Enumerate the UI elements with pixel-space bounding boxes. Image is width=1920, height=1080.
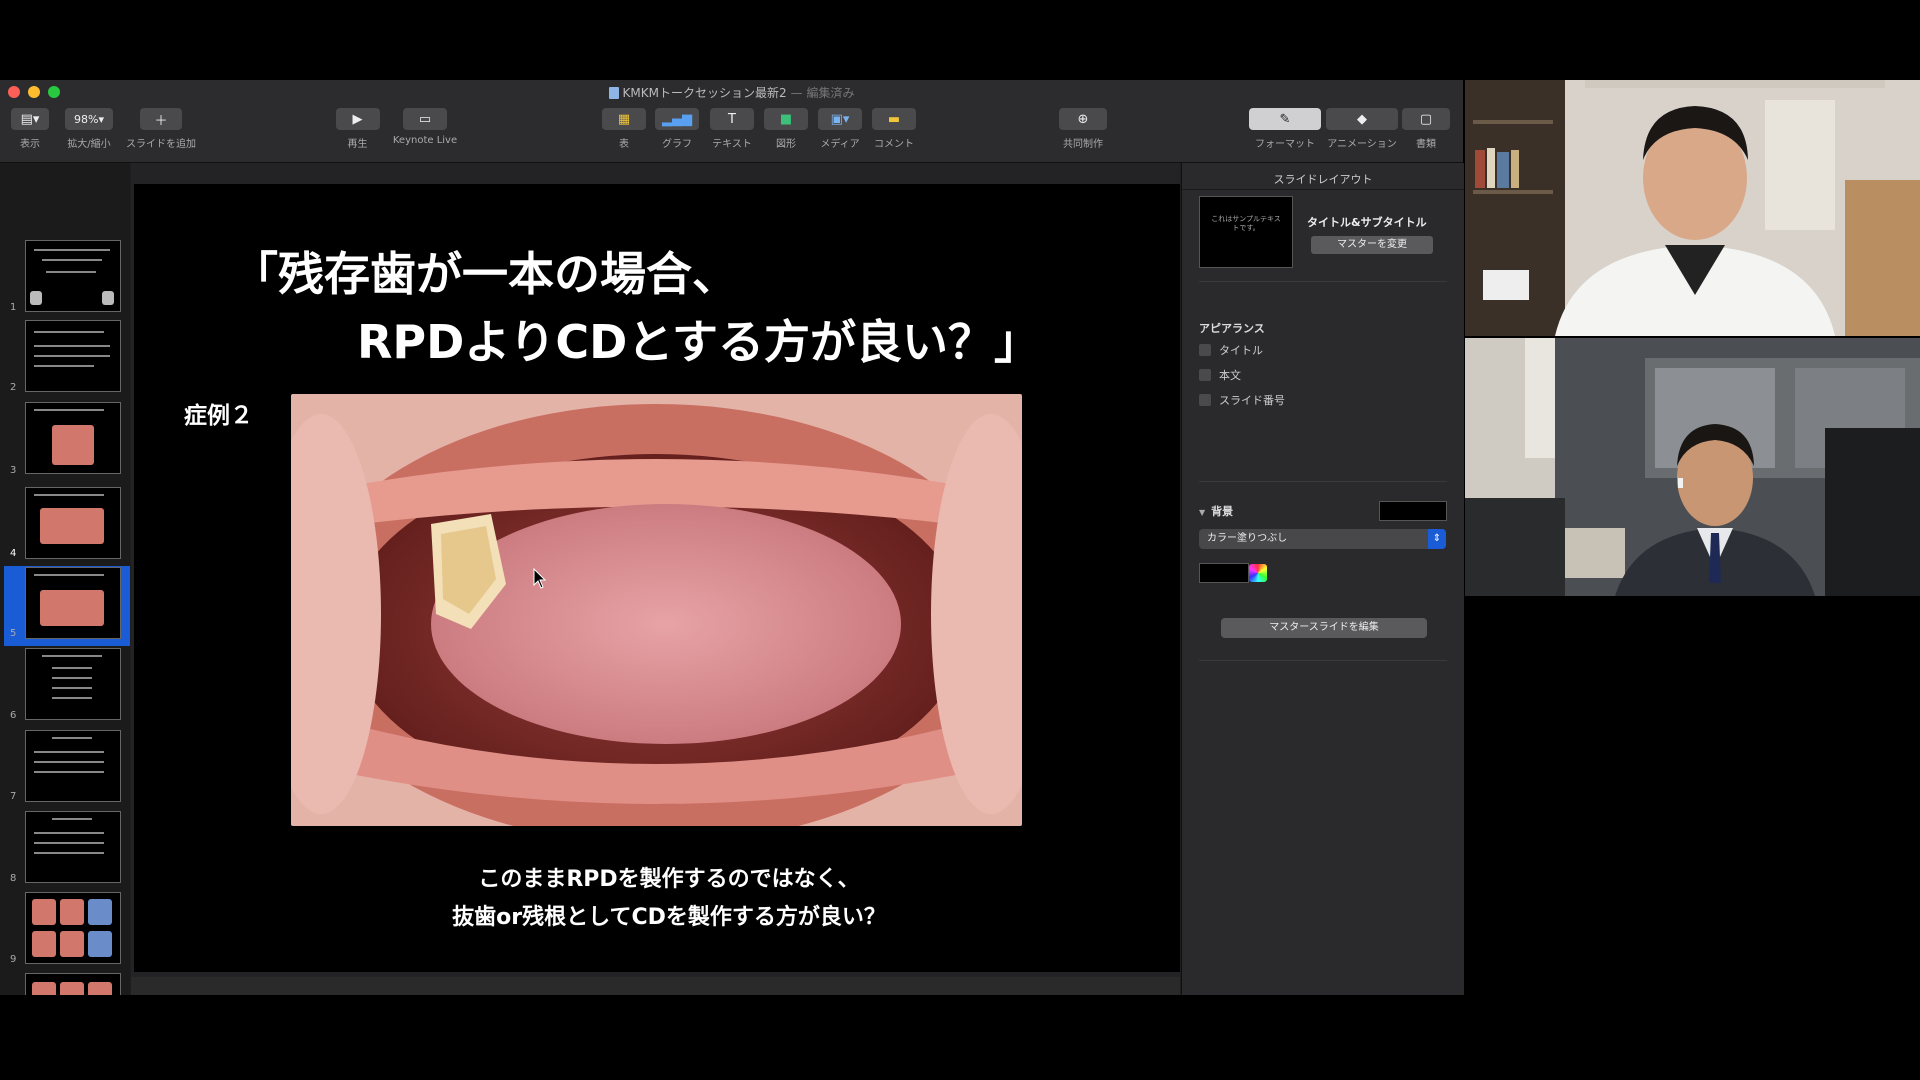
- title-bar: KMKMトークセッション最新2— 編集済み: [0, 80, 1463, 102]
- slide-number: 1: [10, 302, 17, 313]
- mouth-photo-illustration: [291, 394, 1022, 826]
- canvas-scrollbar[interactable]: [131, 977, 1180, 995]
- slide-thumbnail[interactable]: [25, 402, 121, 474]
- sidebar-view-icon: ▤▾: [11, 108, 49, 130]
- text-button[interactable]: T テキスト: [707, 108, 757, 150]
- slide-thumbnail[interactable]: [25, 811, 121, 883]
- master-name: タイトル&サブタイトル: [1307, 216, 1427, 229]
- slide-navigator: 1 2 3 4 5 6 7 8 9 10: [0, 163, 130, 995]
- slide-thumbnail[interactable]: [25, 730, 121, 802]
- chart-button[interactable]: ▂▄▆ グラフ: [654, 108, 700, 150]
- table-button[interactable]: ▦ 表: [601, 108, 647, 150]
- checkbox-icon: [1199, 369, 1211, 381]
- background-header[interactable]: ▼ 背景: [1199, 503, 1233, 519]
- media-icon: ▣▾: [818, 108, 862, 130]
- color-wheel-icon[interactable]: [1249, 564, 1267, 582]
- bottom-text-line-2: 抜歯or残根としてCDを製作する方が良い？: [452, 905, 886, 930]
- zoom-select[interactable]: 98% ▾ 拡大/縮小: [64, 108, 114, 150]
- participant-1-illustration: [1465, 80, 1920, 336]
- change-master-button[interactable]: マスターを変更: [1311, 236, 1433, 254]
- diamond-icon: ◆: [1326, 108, 1398, 130]
- slide-number: 4: [10, 548, 17, 559]
- slide-canvas[interactable]: 「残存歯が一本の場合、 RPDよりCDとする方が良い？」 症例２ このままRPD…: [131, 163, 1180, 995]
- select-arrows-icon: ⇕: [1428, 529, 1446, 549]
- intraoral-photo[interactable]: [291, 394, 1022, 826]
- toolbar: ▤▾ 表示 98% ▾ 拡大/縮小 ＋ スライドを追加 ▶ 再生 ▭ Keynot…: [0, 102, 1463, 163]
- slide-title-line-1[interactable]: 「残存歯が一本の場合、: [232, 238, 738, 304]
- slide-number-checkbox[interactable]: スライド番号: [1199, 392, 1285, 408]
- participant-video-1[interactable]: [1465, 80, 1920, 336]
- paintbrush-icon: ✎: [1249, 108, 1321, 130]
- participant-video-2[interactable]: [1465, 338, 1920, 596]
- slide-title-line-2[interactable]: RPDよりCDとする方が良い？」: [357, 306, 1040, 372]
- comment-button[interactable]: ▬ コメント: [869, 108, 919, 150]
- document-title: KMKMトークセッション最新2— 編集済み: [0, 84, 1463, 101]
- format-inspector: スライドレイアウト これはサンプルテキストです。 タイトル&サブタイトル マスタ…: [1181, 163, 1464, 995]
- keynote-document-icon: [608, 87, 619, 99]
- animate-button[interactable]: ◆ アニメーション: [1324, 108, 1400, 150]
- slide-bottom-text[interactable]: このままRPDを製作するのではなく、 抜歯or残根としてCDを製作する方が良い？: [309, 861, 1029, 937]
- chart-icon: ▂▄▆: [655, 108, 699, 130]
- comment-icon: ▬: [872, 108, 916, 130]
- plus-icon: ＋: [140, 108, 182, 130]
- add-slide-button[interactable]: ＋ スライドを追加: [125, 108, 197, 150]
- disclosure-triangle-icon: ▼: [1199, 508, 1206, 517]
- title-checkbox[interactable]: タイトル: [1199, 342, 1263, 358]
- master-slide-thumbnail[interactable]: これはサンプルテキストです。: [1199, 196, 1293, 268]
- body-checkbox[interactable]: 本文: [1199, 367, 1241, 383]
- bottom-text-line-1: このままRPDを製作するのではなく、: [478, 867, 860, 892]
- slide-number: 9: [10, 954, 17, 965]
- slide-number: 8: [10, 873, 17, 884]
- background-color-swatch[interactable]: [1379, 501, 1447, 521]
- slide-thumbnail[interactable]: [25, 892, 121, 964]
- media-button[interactable]: ▣▾ メディア: [815, 108, 865, 150]
- document-state: — 編集済み: [790, 86, 855, 100]
- text-icon: T: [710, 108, 754, 130]
- slide-thumbnail[interactable]: [25, 567, 121, 639]
- format-button[interactable]: ✎ フォーマット: [1248, 108, 1322, 150]
- slide-number: 6: [10, 710, 17, 721]
- slide-thumbnail[interactable]: [25, 320, 121, 392]
- checkbox-icon: [1199, 394, 1211, 406]
- slide-thumbnail-selected[interactable]: [25, 487, 121, 559]
- slide-thumbnail[interactable]: [25, 648, 121, 720]
- slide-number: 2: [10, 382, 17, 393]
- participant-2-illustration: [1465, 338, 1920, 596]
- keynote-live-icon: ▭: [403, 108, 447, 130]
- document-button[interactable]: ▢ 書類: [1401, 108, 1451, 150]
- play-button[interactable]: ▶ 再生: [335, 108, 380, 150]
- shape-icon: ■: [764, 108, 808, 130]
- play-icon: ▶: [335, 108, 380, 130]
- keynote-live-button[interactable]: ▭ Keynote Live: [388, 108, 462, 146]
- slide-number: 7: [10, 791, 17, 802]
- color-well[interactable]: [1199, 563, 1249, 583]
- collaborate-button[interactable]: ⊕ 共同制作: [1058, 108, 1108, 150]
- edit-master-slide-button[interactable]: マスタースライドを編集: [1221, 618, 1427, 638]
- slide-number: 5: [10, 628, 17, 639]
- case-label[interactable]: 症例２: [184, 396, 253, 430]
- slide-thumbnail[interactable]: [25, 973, 121, 995]
- view-button[interactable]: ▤▾ 表示: [10, 108, 50, 150]
- mouse-pointer-icon: [533, 568, 547, 589]
- collaborate-icon: ⊕: [1059, 108, 1107, 130]
- slide-thumbnail[interactable]: [25, 240, 121, 312]
- slide-number: 3: [10, 465, 17, 476]
- checkbox-icon: [1199, 344, 1211, 356]
- appearance-header: アピアランス: [1199, 322, 1265, 335]
- table-icon: ▦: [602, 108, 646, 130]
- inspector-header: スライドレイアウト: [1273, 173, 1373, 186]
- document-icon: ▢: [1402, 108, 1450, 130]
- fill-type-select[interactable]: カラー塗りつぶし ⇕: [1199, 529, 1446, 549]
- shape-button[interactable]: ■ 図形: [763, 108, 809, 150]
- slide[interactable]: 「残存歯が一本の場合、 RPDよりCDとする方が良い？」 症例２ このままRPD…: [134, 184, 1180, 972]
- keynote-window: KMKMトークセッション最新2— 編集済み ▤▾ 表示 98% ▾ 拡大/縮小 ＋…: [0, 80, 1464, 995]
